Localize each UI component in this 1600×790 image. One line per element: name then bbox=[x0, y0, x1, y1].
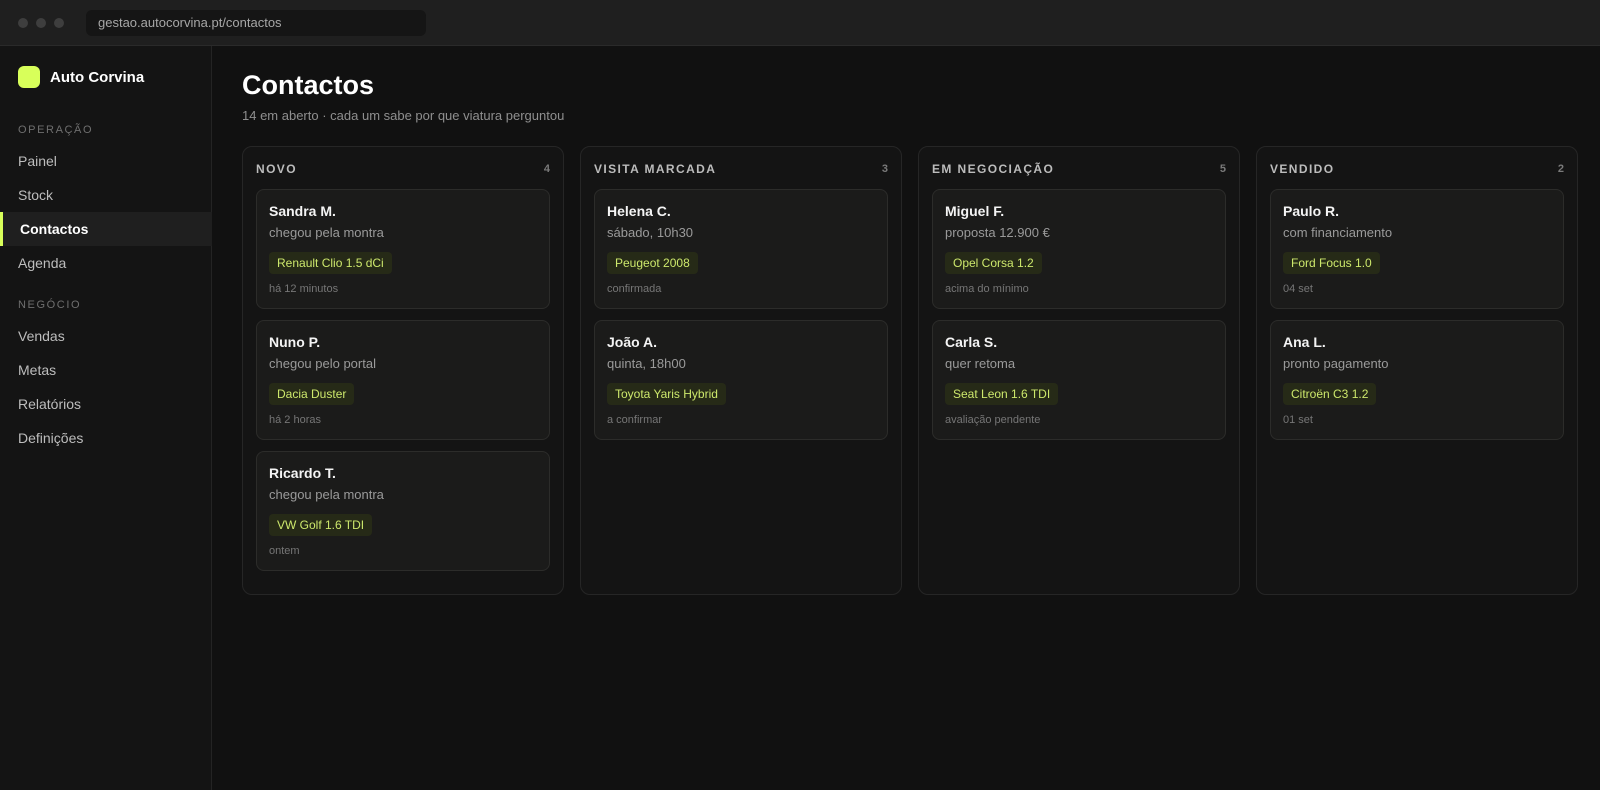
column-header: VENDIDO 2 bbox=[1270, 147, 1564, 189]
contact-meta: ontem bbox=[269, 545, 300, 557]
brand-name: Auto Corvina bbox=[50, 68, 145, 86]
sidebar-item-relatorios[interactable]: Relatórios bbox=[0, 387, 212, 421]
window-controls bbox=[18, 18, 64, 28]
sidebar-item-stock[interactable]: Stock bbox=[0, 178, 212, 212]
contact-name: Carla S. bbox=[945, 334, 998, 350]
contact-name: Ana L. bbox=[1283, 334, 1326, 350]
contact-card[interactable]: Sandra M. chegou pela montra Renault Cli… bbox=[256, 189, 550, 309]
contact-card[interactable]: Ricardo T. chegou pela montra VW Golf 1.… bbox=[256, 451, 550, 571]
contact-desc: com financiamento bbox=[1283, 225, 1393, 240]
contact-meta: há 2 horas bbox=[269, 414, 321, 426]
vehicle-chip: Seat Leon 1.6 TDI bbox=[945, 383, 1059, 405]
maximize-window-dot[interactable] bbox=[54, 18, 64, 28]
nav-section-operacao: OPERAÇÃO bbox=[18, 124, 94, 136]
contact-desc: quer retoma bbox=[945, 356, 1016, 371]
contact-name: Sandra M. bbox=[269, 203, 336, 219]
sidebar-item-painel[interactable]: Painel bbox=[0, 144, 212, 178]
contact-desc: proposta 12.900 € bbox=[945, 225, 1050, 240]
column-count: 4 bbox=[543, 163, 550, 175]
contact-card[interactable]: João A. quinta, 18h00 Toyota Yaris Hybri… bbox=[594, 320, 888, 440]
nav-section-negocio: NEGÓCIO bbox=[18, 299, 82, 311]
vehicle-chip: Citroën C3 1.2 bbox=[1283, 383, 1377, 405]
contact-desc: pronto pagamento bbox=[1283, 356, 1389, 371]
column-header: VISITA MARCADA 3 bbox=[594, 147, 888, 189]
contact-name: Nuno P. bbox=[269, 334, 321, 350]
contact-desc: quinta, 18h00 bbox=[607, 356, 686, 371]
close-window-dot[interactable] bbox=[18, 18, 28, 28]
contact-meta: acima do mínimo bbox=[945, 283, 1029, 295]
kanban-board: NOVO 4 Sandra M. chegou pela montra Rena… bbox=[242, 146, 1578, 595]
minimize-window-dot[interactable] bbox=[36, 18, 46, 28]
vehicle-chip: Ford Focus 1.0 bbox=[1283, 252, 1380, 274]
column-title: VENDIDO bbox=[1270, 162, 1335, 176]
contact-meta: há 12 minutos bbox=[269, 283, 339, 295]
vehicle-chip: VW Golf 1.6 TDI bbox=[269, 514, 373, 536]
vehicle-chip: Peugeot 2008 bbox=[607, 252, 698, 274]
page-title: Contactos bbox=[242, 70, 375, 100]
column-header: EM NEGOCIAÇÃO 5 bbox=[932, 147, 1226, 189]
column-count: 2 bbox=[1557, 163, 1564, 175]
sidebar-item-metas[interactable]: Metas bbox=[0, 353, 212, 387]
contact-card[interactable]: Carla S. quer retoma Seat Leon 1.6 TDI a… bbox=[932, 320, 1226, 440]
contact-meta: 04 set bbox=[1283, 283, 1313, 295]
contact-desc: chegou pela montra bbox=[269, 225, 384, 240]
page-subtitle: 14 em aberto · cada um sabe por que viat… bbox=[242, 108, 565, 123]
contact-meta: 01 set bbox=[1283, 414, 1313, 426]
browser-chrome: gestao.autocorvina.pt/contactos bbox=[0, 0, 1600, 46]
vehicle-chip: Toyota Yaris Hybrid bbox=[607, 383, 726, 405]
contact-card[interactable]: Ana L. pronto pagamento Citroën C3 1.2 0… bbox=[1270, 320, 1564, 440]
contact-desc: sábado, 10h30 bbox=[607, 225, 694, 240]
contact-name: Paulo R. bbox=[1283, 203, 1340, 219]
vehicle-chip: Renault Clio 1.5 dCi bbox=[269, 252, 392, 274]
column-header: NOVO 4 bbox=[256, 147, 550, 189]
column-novo: NOVO 4 Sandra M. chegou pela montra Rena… bbox=[242, 146, 564, 595]
main-content: Contactos 14 em aberto · cada um sabe po… bbox=[212, 46, 1600, 790]
brand-logo-icon bbox=[18, 66, 40, 88]
vehicle-chip: Dacia Duster bbox=[269, 383, 355, 405]
contact-meta: a confirmar bbox=[607, 414, 663, 426]
contact-meta: confirmada bbox=[607, 283, 662, 295]
brand[interactable]: Auto Corvina bbox=[18, 66, 144, 88]
contact-card[interactable]: Paulo R. com financiamento Ford Focus 1.… bbox=[1270, 189, 1564, 309]
contact-meta: avaliação pendente bbox=[945, 414, 1041, 426]
column-count: 5 bbox=[1219, 163, 1226, 175]
column-visita-marcada: VISITA MARCADA 3 Helena C. sábado, 10h30… bbox=[580, 146, 902, 595]
column-em-negociacao: EM NEGOCIAÇÃO 5 Miguel F. proposta 12.90… bbox=[918, 146, 1240, 595]
contact-name: Helena C. bbox=[607, 203, 671, 219]
column-title: EM NEGOCIAÇÃO bbox=[932, 162, 1055, 176]
sidebar: Auto Corvina OPERAÇÃO Painel Stock Conta… bbox=[0, 46, 212, 790]
column-title: VISITA MARCADA bbox=[594, 162, 717, 176]
contact-card[interactable]: Miguel F. proposta 12.900 € Opel Corsa 1… bbox=[932, 189, 1226, 309]
contact-card[interactable]: Nuno P. chegou pelo portal Dacia Duster … bbox=[256, 320, 550, 440]
address-bar[interactable]: gestao.autocorvina.pt/contactos bbox=[86, 10, 426, 36]
contact-name: João A. bbox=[607, 334, 658, 350]
column-count: 3 bbox=[881, 163, 888, 175]
column-title: NOVO bbox=[256, 162, 297, 176]
contact-name: Ricardo T. bbox=[269, 465, 336, 481]
contact-desc: chegou pela montra bbox=[269, 487, 384, 502]
sidebar-item-vendas[interactable]: Vendas bbox=[0, 319, 212, 353]
contact-name: Miguel F. bbox=[945, 203, 1005, 219]
sidebar-item-agenda[interactable]: Agenda bbox=[0, 246, 212, 280]
sidebar-item-contactos[interactable]: Contactos bbox=[0, 212, 212, 246]
contact-desc: chegou pelo portal bbox=[269, 356, 376, 371]
column-vendido: VENDIDO 2 Paulo R. com financiamento For… bbox=[1256, 146, 1578, 595]
sidebar-item-definicoes[interactable]: Definições bbox=[0, 421, 212, 455]
contact-card[interactable]: Helena C. sábado, 10h30 Peugeot 2008 con… bbox=[594, 189, 888, 309]
vehicle-chip: Opel Corsa 1.2 bbox=[945, 252, 1042, 274]
